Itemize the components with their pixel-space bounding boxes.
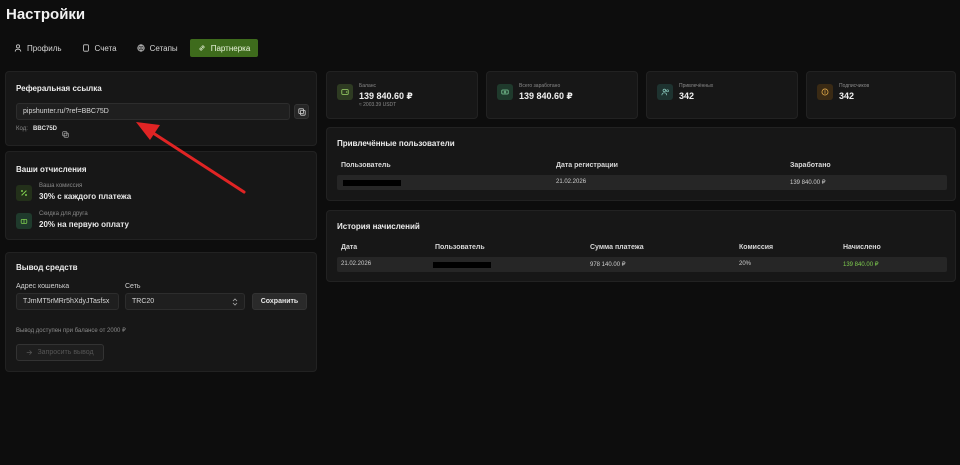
credited-amount: 139 840.00 ₽ [843,262,879,268]
copy-link-button[interactable] [294,104,309,119]
stat-sub: ≈ 2003.39 USDT [359,102,397,108]
arrow-right-icon [27,350,33,355]
link-icon [199,45,205,51]
earned-amount: 139 840.00 ₽ [790,180,826,186]
history-title: История начислений [337,222,420,231]
stat-value: 342 [679,91,695,101]
commission-rate: 20% [739,261,752,267]
accrual-date: 21.02.2026 [341,261,372,267]
commission-value: 30% с каждого платежа [39,192,132,201]
tab-label: Счета [94,43,117,53]
referred-users-title: Привлечённые пользователи [337,139,455,148]
commission-label: Ваша комиссия [39,183,83,189]
wallet-label: Адрес кошелька [16,283,70,290]
coin-icon [817,84,833,100]
withdraw-notice: Вывод доступен при балансе от 2000 ₽ [16,328,126,334]
user-icon [14,44,22,52]
stat-label: Привлечённых [679,83,714,89]
copy-code-button[interactable] [62,125,69,143]
network-label: Сеть [125,283,141,290]
globe-icon [137,44,145,52]
column-header: Пользователь [435,244,485,251]
stat-subscribers: Подписчиков 342 [806,71,956,119]
registration-date: 21.02.2026 [556,179,587,185]
payment-amount: 978 140.00 ₽ [590,262,626,268]
tab-partner[interactable]: Партнерка [189,39,259,57]
stat-value: 342 [839,91,855,101]
table-row[interactable]: 21.02.2026 139 840.00 ₽ [337,175,947,190]
stat-label: Подписчиков [839,83,870,89]
redacted-username [343,180,401,186]
copy-icon [62,131,69,138]
save-button[interactable]: Сохранить [252,293,307,310]
withdraw-title: Вывод средств [16,263,78,272]
request-withdraw-label: Запросить вывод [37,349,94,356]
tab-setups[interactable]: Сетапы [129,39,186,57]
wallet-icon [337,84,353,100]
tab-accounts[interactable]: Счета [74,39,125,57]
column-header: Заработано [790,162,831,169]
copy-icon [297,107,306,116]
payouts-card: Ваши отчисления Ваша комиссия 30% с кажд… [5,151,317,240]
column-header: Начислено [843,244,881,251]
stat-total-earned: Всего заработано 139 840.60 ₽ [486,71,638,119]
stat-value: 139 840.60 ₽ [519,91,573,101]
file-icon [82,44,89,52]
column-header: Дата [341,244,358,251]
column-header: Дата регистрации [556,162,618,169]
stat-referred: Привлечённых 342 [646,71,798,119]
chevron-updown-icon [232,298,238,306]
settings-tabs: Профиль Счета Сетапы Партнерка [6,39,259,57]
code-label: Код: [16,126,28,132]
referral-card: Реферальная ссылка pipshunter.ru/?ref=BB… [5,71,317,146]
stat-balance: Баланс 139 840.60 ₽ ≈ 2003.39 USDT [326,71,478,119]
referral-title: Реферальная ссылка [16,84,102,93]
wallet-input[interactable]: TJmMT5rMRr5hXdyJTasfsx [16,293,119,310]
network-value: TRC20 [132,298,155,305]
accruals-history-card: История начислений Дата Пользователь Сум… [326,210,956,282]
tab-label: Сетапы [149,43,178,53]
referral-code: BBC75D [33,126,58,132]
discount-label: Скидка для друга [39,211,88,217]
tab-label: Профиль [27,43,62,53]
request-withdraw-button[interactable]: Запросить вывод [16,344,104,361]
stat-value: 139 840.60 ₽ [359,91,413,101]
table-row[interactable]: 21.02.2026 978 140.00 ₽ 20% 139 840.00 ₽ [337,257,947,272]
network-select[interactable]: TRC20 [125,293,245,310]
column-header: Комиссия [739,244,774,251]
users-icon [657,84,673,100]
page-title: Настройки [6,6,86,23]
referral-link-field[interactable]: pipshunter.ru/?ref=BBC75D [16,103,290,120]
tab-profile[interactable]: Профиль [6,39,70,57]
gift-icon [16,213,32,229]
column-header: Сумма платежа [590,244,644,251]
withdraw-card: Вывод средств Адрес кошелька TJmMT5rMRr5… [5,252,317,372]
stat-label: Всего заработано [519,83,561,89]
discount-value: 20% на первую оплату [39,220,129,229]
column-header: Пользователь [341,162,391,169]
redacted-username [433,262,491,268]
percent-icon [16,185,32,201]
stat-label: Баланс [359,83,377,89]
cash-icon [497,84,513,100]
payouts-title: Ваши отчисления [16,165,87,174]
referred-users-card: Привлечённые пользователи Пользователь Д… [326,127,956,201]
tab-label: Партнерка [210,43,251,53]
